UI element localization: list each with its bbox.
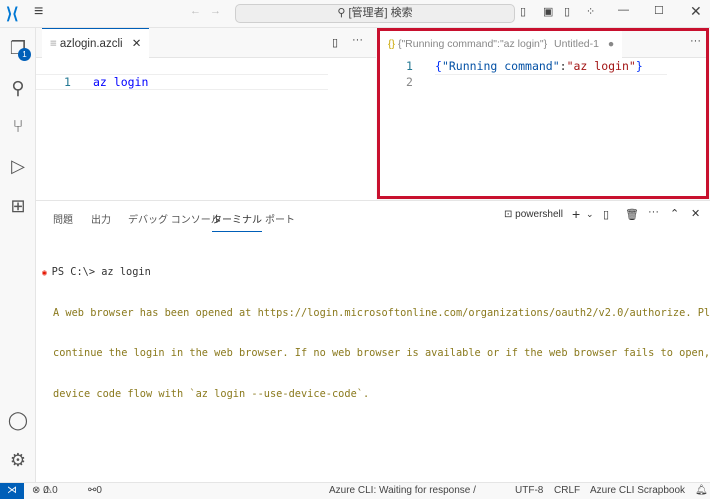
explorer-icon[interactable]: ❐ 1 <box>6 36 31 61</box>
close-tab-icon[interactable]: ✕ <box>132 38 142 50</box>
back-icon[interactable]: ← <box>190 5 201 17</box>
toggle-secondary-sidebar-icon[interactable]: ▯ <box>564 5 570 18</box>
chevron-down-icon[interactable]: ⌄ <box>586 209 594 220</box>
line-number: 2 <box>406 75 413 89</box>
source-control-icon[interactable]: ⑂ <box>6 114 30 138</box>
notifications-bell-icon[interactable]: 🔔︎ <box>695 483 708 498</box>
right-tab-bar: {} {"Running command":"az login"} Untitl… <box>380 31 706 58</box>
tab-output[interactable]: 出力 <box>91 211 111 226</box>
code-line[interactable]: 1 az login <box>36 74 328 90</box>
panel: 問題 出力 デバッグ コンソール ターミナル ポート ⊡ powershell … <box>36 200 710 482</box>
language-status[interactable]: Azure CLI Scrapbook <box>590 483 685 498</box>
minimize-button[interactable]: — <box>618 4 629 16</box>
search-icon[interactable]: ⚲ <box>6 76 30 100</box>
terminal-line: A web browser has been opened at https:/… <box>53 306 710 319</box>
ports-status[interactable]: ⚯ 0 <box>88 483 102 498</box>
menu-icon[interactable]: ≡ <box>34 3 43 21</box>
unsaved-dot-icon[interactable]: ● <box>608 38 614 50</box>
terminal-icon: ⊡ <box>504 209 516 220</box>
tab-terminal[interactable]: ターミナル <box>212 211 262 232</box>
tab-azlogin[interactable]: ≡ azlogin.azcli ✕ <box>42 28 150 58</box>
close-button[interactable]: ✕ <box>690 3 702 20</box>
split-editor-icon[interactable]: ▯ <box>332 36 338 49</box>
account-icon[interactable]: ◯ <box>6 408 30 432</box>
split-terminal-icon[interactable]: ▯ <box>603 208 609 221</box>
code-line[interactable]: 1 {"Running command":"az login"} <box>380 59 670 75</box>
terminal-line: continue the login in the web browser. I… <box>53 347 710 359</box>
vscode-logo-icon: ⟩⟨ <box>6 6 19 23</box>
more-actions-icon[interactable]: ··· <box>648 206 659 218</box>
terminal-output[interactable]: ◉ PS C:\> az login A web browser has bee… <box>42 239 710 428</box>
remote-icon[interactable]: ⋊ <box>0 483 24 499</box>
code-text: az login <box>93 75 149 89</box>
left-tab-bar: ≡ azlogin.azcli ✕ ▯ ··· <box>36 28 376 58</box>
status-message: Azure CLI: Waiting for response / <box>329 485 476 496</box>
encoding-status[interactable]: UTF-8 <box>515 483 543 498</box>
more-actions-icon[interactable]: ··· <box>352 34 363 46</box>
status-bar: ⋊ ⊗ 0 ⚠ 0 ⚯ 0 Azure CLI: Waiting for res… <box>0 482 710 499</box>
line-number: 1 <box>406 59 413 73</box>
left-editor-group: ≡ azlogin.azcli ✕ ▯ ··· 1 az login <box>36 28 376 200</box>
settings-gear-icon[interactable]: ⚙ <box>6 448 30 472</box>
problems-status[interactable]: ⊗ 0 ⚠ 0 <box>32 483 58 498</box>
close-panel-icon[interactable]: ✕ <box>691 207 700 220</box>
maximize-button[interactable]: ☐ <box>654 4 664 17</box>
file-icon: ≡ <box>50 38 60 50</box>
search-icon: ⚲ <box>337 7 349 19</box>
eol-status[interactable]: CRLF <box>554 483 580 498</box>
terminal-line: device code flow with `az login --use-de… <box>53 387 370 400</box>
code-text: {"Running command":"az login"} <box>435 59 667 75</box>
activity-bar: ❐ 1 ⚲ ⑂ ▷ ⊞ ◯ ⚙ <box>0 28 36 482</box>
title-bar: ⟩⟨ ≡ ← → ⚲ [管理者] 検索 ▯ ▣ ▯ ⁘ — ☐ ✕ <box>0 0 710 28</box>
tab-debug-console[interactable]: デバッグ コンソール <box>128 211 221 226</box>
line-number: 1 <box>64 75 71 89</box>
toggle-sidebar-icon[interactable]: ▯ <box>520 5 526 18</box>
extensions-icon[interactable]: ⊞ <box>6 194 30 218</box>
error-decoration-icon: ◉ <box>42 268 52 277</box>
customize-layout-icon[interactable]: ⁘ <box>586 5 595 18</box>
tab-problems[interactable]: 問題 <box>53 211 73 226</box>
more-actions-icon[interactable]: ··· <box>690 35 701 47</box>
maximize-panel-icon[interactable]: ⌃ <box>670 207 679 220</box>
forward-icon[interactable]: → <box>210 5 221 17</box>
right-editor-group: {} {"Running command":"az login"} Untitl… <box>377 28 709 199</box>
trash-icon[interactable]: 🗑 <box>625 208 639 221</box>
search-input[interactable]: ⚲ [管理者] 検索 <box>235 4 515 23</box>
explorer-badge: 1 <box>18 48 31 61</box>
toggle-panel-icon[interactable]: ▣ <box>543 5 553 18</box>
run-debug-icon[interactable]: ▷ <box>6 154 30 178</box>
tab-untitled-1[interactable]: {} {"Running command":"az login"} Untitl… <box>380 31 623 58</box>
tab-ports[interactable]: ポート <box>265 211 295 226</box>
json-icon: {} <box>388 38 398 50</box>
terminal-shell[interactable]: ⊡ powershell <box>504 209 563 220</box>
new-terminal-icon[interactable]: + <box>572 206 580 222</box>
